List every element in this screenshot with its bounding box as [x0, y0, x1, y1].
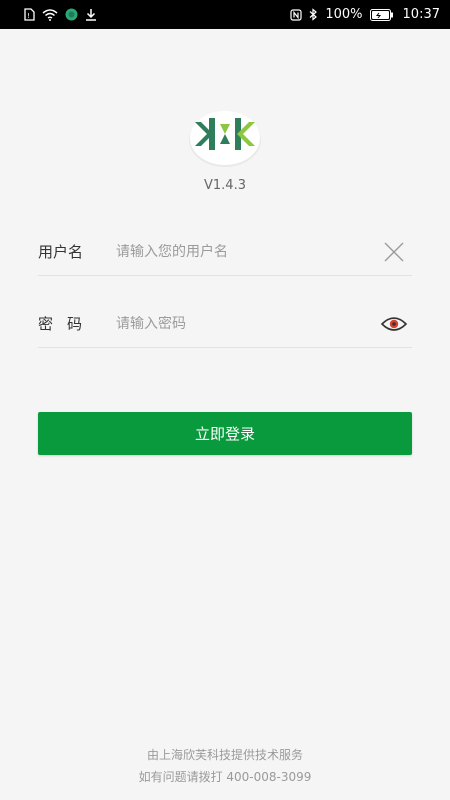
nfc-icon	[290, 8, 302, 21]
app-version: V1.4.3	[204, 178, 246, 193]
close-icon	[384, 242, 404, 261]
app-icon	[65, 8, 78, 21]
password-row: 密码	[38, 300, 412, 348]
status-bar-right: 100% 10:37	[290, 7, 440, 22]
status-bar: ! 100% 10:37	[0, 0, 450, 29]
eye-icon	[381, 316, 407, 331]
app-logo	[187, 104, 263, 168]
footer-service-text: 由上海欣芙科技提供技术服务	[146, 748, 303, 762]
username-input[interactable]	[116, 243, 380, 260]
download-icon	[85, 8, 97, 21]
clock: 10:37	[402, 7, 440, 22]
battery-icon	[369, 8, 394, 21]
username-row: 用户名	[38, 228, 412, 276]
password-label: 密码	[38, 315, 97, 333]
svg-text:!: !	[27, 12, 30, 20]
footer-hotline-text: 如有问题请拨打 400-008-3099	[138, 770, 312, 784]
battery-percent: 100%	[325, 7, 363, 22]
wifi-icon	[42, 8, 58, 21]
bluetooth-icon	[309, 8, 318, 21]
password-input[interactable]	[116, 315, 380, 332]
footer: 由上海欣芙科技提供技术服务 如有问题请拨打 400-008-3099	[0, 744, 450, 788]
login-button[interactable]: 立即登录	[38, 412, 412, 455]
status-bar-left: !	[24, 8, 97, 21]
toggle-password-visibility-button[interactable]	[380, 310, 408, 338]
username-label: 用户名	[38, 243, 84, 261]
clear-username-button[interactable]	[380, 238, 408, 266]
sim-icon: !	[24, 8, 35, 21]
